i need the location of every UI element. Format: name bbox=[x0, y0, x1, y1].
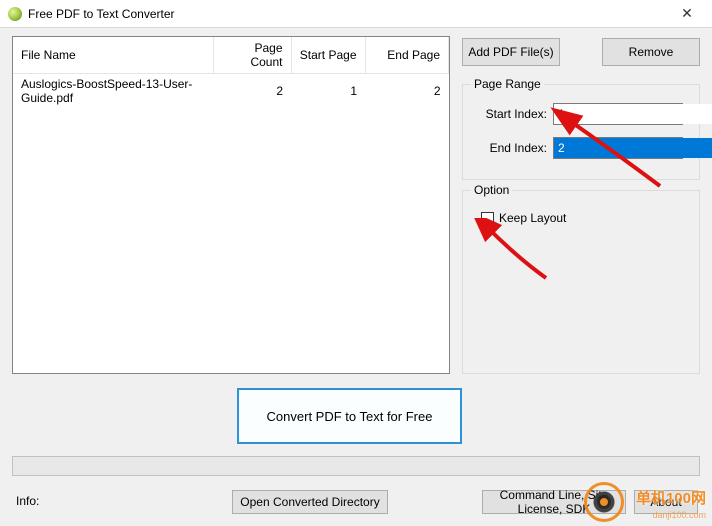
cell-end-page: 2 bbox=[365, 74, 449, 109]
start-index-input[interactable] bbox=[554, 104, 712, 124]
window-title: Free PDF to Text Converter bbox=[28, 7, 668, 21]
about-button[interactable]: About bbox=[634, 490, 698, 514]
checkbox-box-icon bbox=[481, 212, 494, 225]
col-end-page[interactable]: End Page bbox=[365, 37, 449, 74]
close-button[interactable]: ✕ bbox=[668, 3, 706, 25]
table-header-row: File Name Page Count Start Page End Page bbox=[13, 37, 449, 74]
file-list[interactable]: File Name Page Count Start Page End Page… bbox=[12, 36, 450, 374]
page-range-group: Page Range Start Index: ▲ ▼ End Index: ▲… bbox=[462, 84, 700, 180]
end-index-input[interactable] bbox=[554, 138, 712, 158]
cell-page-count: 2 bbox=[213, 74, 291, 109]
app-icon bbox=[8, 7, 22, 21]
end-index-label: End Index: bbox=[477, 141, 547, 155]
col-start-page[interactable]: Start Page bbox=[291, 37, 365, 74]
option-legend: Option bbox=[471, 183, 512, 197]
titlebar: Free PDF to Text Converter ✕ bbox=[0, 0, 712, 28]
convert-button[interactable]: Convert PDF to Text for Free bbox=[237, 388, 462, 444]
table-row[interactable]: Auslogics-BoostSpeed-13-User-Guide.pdf 2… bbox=[13, 74, 449, 109]
start-index-stepper[interactable]: ▲ ▼ bbox=[553, 103, 683, 125]
open-directory-button[interactable]: Open Converted Directory bbox=[232, 490, 388, 514]
end-index-stepper[interactable]: ▲ ▼ bbox=[553, 137, 683, 159]
info-label: Info: bbox=[16, 494, 39, 508]
keep-layout-label: Keep Layout bbox=[499, 211, 566, 225]
page-range-legend: Page Range bbox=[471, 77, 544, 91]
keep-layout-checkbox[interactable]: Keep Layout bbox=[481, 211, 566, 225]
col-file-name[interactable]: File Name bbox=[13, 37, 213, 74]
cell-start-page: 1 bbox=[291, 74, 365, 109]
option-group: Option Keep Layout bbox=[462, 190, 700, 374]
command-line-button[interactable]: Command Line, Site License, SDK bbox=[482, 490, 626, 514]
add-pdf-button[interactable]: Add PDF File(s) bbox=[462, 38, 560, 66]
remove-button[interactable]: Remove bbox=[602, 38, 700, 66]
cell-file-name: Auslogics-BoostSpeed-13-User-Guide.pdf bbox=[13, 74, 213, 109]
start-index-label: Start Index: bbox=[477, 107, 547, 121]
col-page-count[interactable]: Page Count bbox=[213, 37, 291, 74]
status-bar bbox=[12, 456, 700, 476]
